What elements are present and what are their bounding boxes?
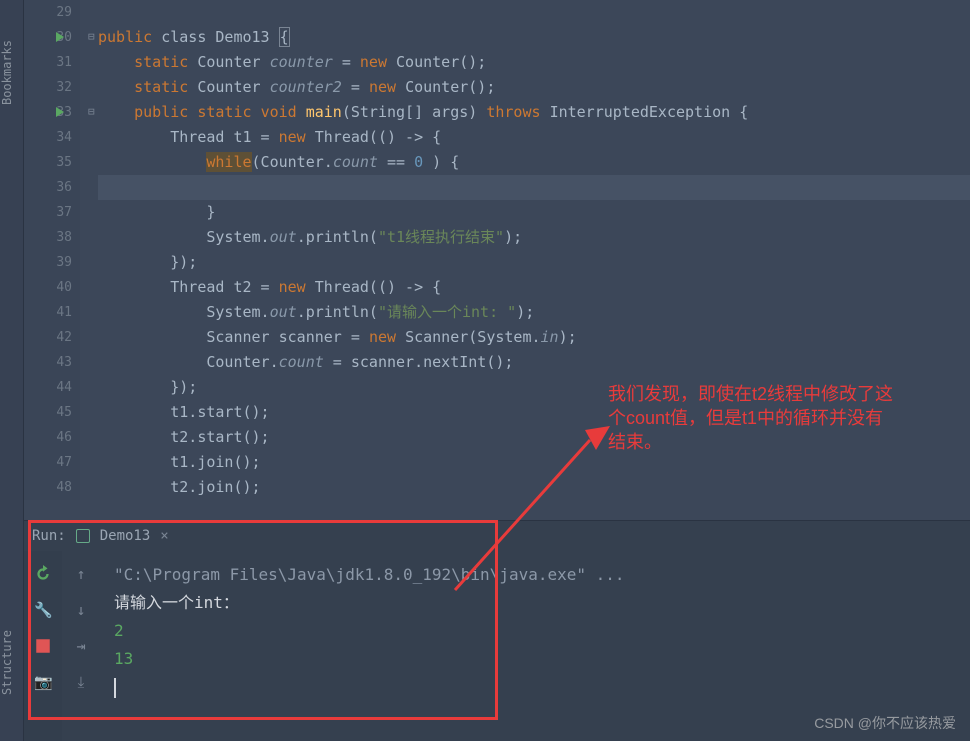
- console-line: 13: [114, 645, 956, 673]
- line-number: 34: [24, 125, 80, 150]
- stop-icon[interactable]: [34, 637, 52, 655]
- scroll-to-end-icon[interactable]: ⤓: [78, 673, 85, 691]
- line-number: 41: [24, 300, 80, 325]
- line-number: 40: [24, 275, 80, 300]
- editor-gutter: 2930313233343536373839404142434445464748: [24, 0, 80, 500]
- run-toolbar-secondary: ↑ ↓ ⇥ ⤓: [62, 551, 100, 741]
- camera-icon[interactable]: 📷: [34, 673, 52, 691]
- close-icon[interactable]: ×: [160, 521, 168, 551]
- run-label: Run:: [32, 521, 66, 551]
- bookmarks-tool-label[interactable]: Bookmarks: [0, 40, 14, 105]
- soft-wrap-icon[interactable]: ⇥: [76, 637, 85, 655]
- line-number: 37: [24, 200, 80, 225]
- line-number: 31: [24, 50, 80, 75]
- line-number: 43: [24, 350, 80, 375]
- line-number: 29: [24, 0, 80, 25]
- run-header: Run: Demo13 ×: [24, 521, 970, 551]
- fold-icon[interactable]: ⊟: [88, 105, 98, 115]
- line-number: 46: [24, 425, 80, 450]
- run-gutter-icon[interactable]: [56, 32, 64, 42]
- line-number: 30: [24, 25, 80, 50]
- annotation-text: 我们发现，即使在t2线程中修改了这 个count值，但是t1中的循环并没有 结束…: [608, 382, 948, 454]
- console-line: "C:\Program Files\Java\jdk1.8.0_192\bin\…: [114, 561, 956, 589]
- line-number: 39: [24, 250, 80, 275]
- wrench-icon[interactable]: 🔧: [34, 601, 52, 619]
- console-line: 2: [114, 617, 956, 645]
- run-gutter-icon[interactable]: [56, 107, 64, 117]
- console-line: 请输入一个int：: [114, 589, 956, 617]
- line-number: 48: [24, 475, 80, 500]
- tool-window-bar: Bookmarks Structure: [0, 0, 24, 741]
- line-number: 32: [24, 75, 80, 100]
- run-tool-window: Run: Demo13 × 🔧 📷 ↑ ↓ ⇥ ⤓ "C:\Program Fi…: [24, 520, 970, 741]
- line-number: 33: [24, 100, 80, 125]
- line-number: 35: [24, 150, 80, 175]
- line-number: 42: [24, 325, 80, 350]
- rerun-icon[interactable]: [34, 565, 52, 583]
- down-arrow-icon[interactable]: ↓: [76, 601, 85, 619]
- structure-tool-label[interactable]: Structure: [0, 630, 14, 695]
- run-tab-title[interactable]: Demo13: [100, 521, 151, 551]
- line-number: 44: [24, 375, 80, 400]
- line-number: 45: [24, 400, 80, 425]
- console-cursor-line: [114, 673, 956, 701]
- run-tab-icon: [76, 529, 90, 543]
- line-number: 36: [24, 175, 80, 200]
- run-toolbar-primary: 🔧 📷: [24, 551, 62, 741]
- fold-icon[interactable]: ⊟: [88, 30, 98, 40]
- watermark: CSDN @你不应该热爱: [814, 713, 956, 733]
- line-number: 47: [24, 450, 80, 475]
- up-arrow-icon[interactable]: ↑: [76, 565, 85, 583]
- line-number: 38: [24, 225, 80, 250]
